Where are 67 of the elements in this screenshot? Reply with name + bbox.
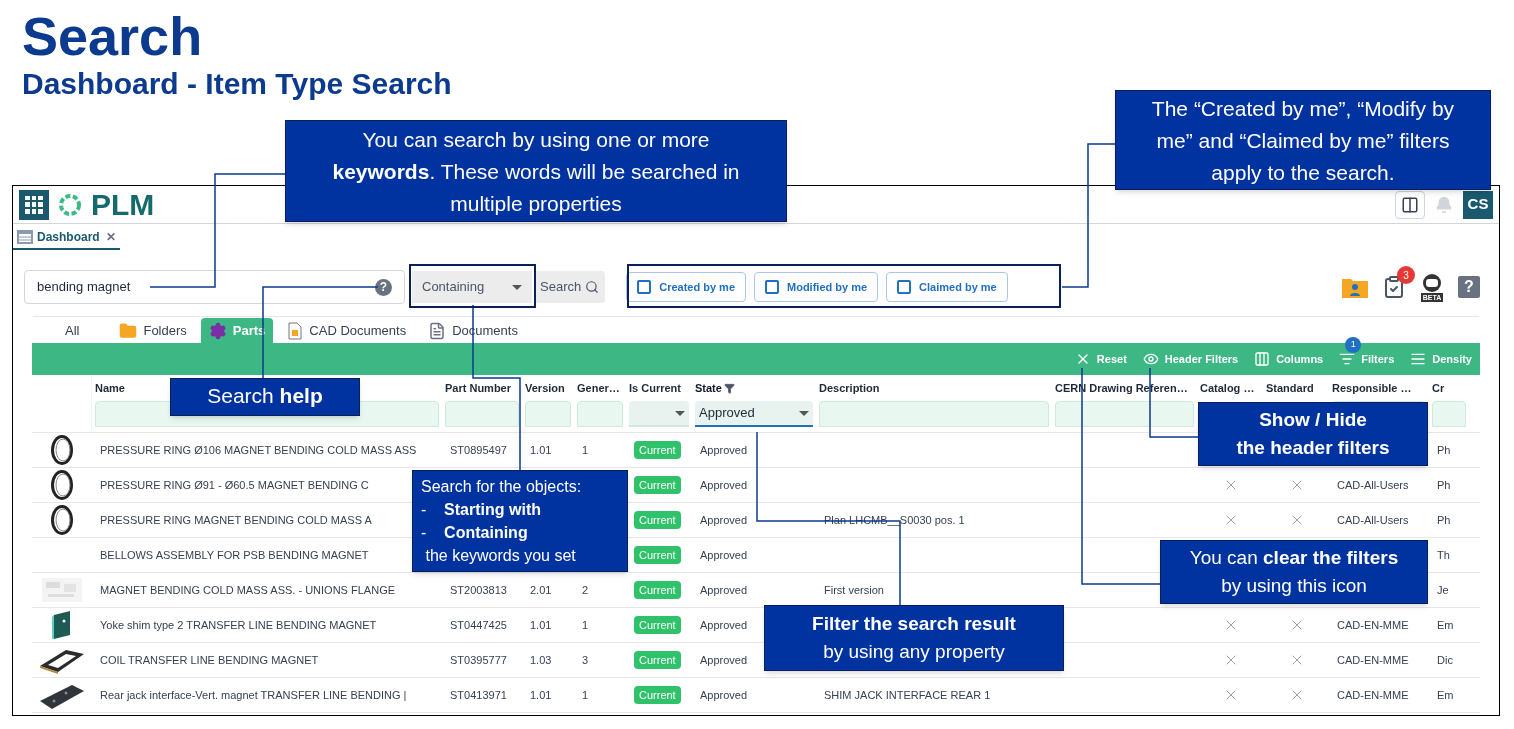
table-cell-text: First version [824,582,884,598]
table-cell-text: Approved [700,652,748,668]
table-cell-text: 1.01 [530,687,552,703]
status-badge: Current [634,650,681,670]
slide-subtitle: Dashboard - Item Type Search [22,66,453,102]
table-cell-text: 1 [582,617,589,633]
callout-tooltip: Search help [170,378,360,416]
table-cell-text: ST0895497 [450,442,507,458]
table-cell-text: 1.01 [530,617,552,633]
table-cell-text: COIL TRANSFER LINE BENDING MAGNET [100,652,319,668]
slide-title: Search [22,6,204,66]
callout-tooltip: Search for the objects: - Starting with - Containing the keywords you set [412,470,628,572]
table-cell-text: 1.01 [530,442,552,458]
status-badge: Current [634,615,681,635]
table-cell-text: CAD-All-Users [1337,477,1409,493]
table-cell-text: ST0395777 [450,652,507,668]
table-cell-text: 2.01 [530,582,552,598]
table-cell-text: Je [1437,582,1449,598]
table-cell-text: BELLOWS ASSEMBLY FOR PSB BENDING MAGNET [100,547,369,563]
table-cell-text: ST0413971 [450,687,507,703]
table-cell-text: Em [1437,687,1454,703]
table-cell-text: 1 [582,442,589,458]
table-cell-text: Approved [700,512,748,528]
callout-tooltip: You can search by using one or more keywords. These words will be searched in multiple properties [285,120,787,222]
table-cell-text: Dic [1437,652,1453,668]
table-cell-text: Em [1437,617,1454,633]
notification-badge: 3 [1397,266,1415,284]
table-cell-text: Approved [700,617,748,633]
callout-tooltip: You can clear the filters by using this icon [1160,540,1428,604]
table-cell-text: CAD-All-Users [1337,512,1409,528]
count-badge: 1 [1345,336,1362,353]
table-cell-text: Th [1437,547,1450,563]
table-cell-text: Ph [1437,442,1451,458]
table-cell-text: SHIM JACK INTERFACE REAR 1 [824,687,991,703]
table-cell-text: Approved [700,477,748,493]
table-cell-text: Yoke shim type 2 TRANSFER LINE BENDING MAGNET [100,617,377,633]
status-badge: Current [634,545,681,565]
status-badge: Current [634,580,681,600]
table-cell-text: Approved [700,582,748,598]
table-cell-text: ST0447425 [450,617,507,633]
status-badge: Current [634,685,681,705]
callout-tooltip: Show / Hide the header filters [1198,402,1428,466]
table-cell-text: 1 [582,687,589,703]
table-cell-text: Approved [700,547,748,563]
table-cell-text: 1.03 [530,652,552,668]
tab-label: Dashboard [37,229,100,246]
table-cell-text: Approved [700,442,748,458]
table-cell-text: CAD-EN-MME [1337,652,1409,668]
table-cell-text: Approved [700,687,748,703]
table-cell-text: PRESSURE RING Ø106 MAGNET BENDING COLD MASS ASS [100,442,417,458]
table-cell-text: PRESSURE RING Ø91 - Ø60.5 MAGNET BENDING C [100,477,369,493]
table-cell-text: ST2003813 [450,582,507,598]
callout-tooltip: The “Created by me”, “Modify by me” and “Claimed by me” filters apply to the search. [1115,90,1491,190]
table-cell-text: MAGNET BENDING COLD MASS ASS. - UNIONS FLANGE [100,582,396,598]
table-cell-text: Rear jack interface-Vert. magnet TRANSFER LINE BENDING | [100,687,407,703]
table-cell-text: Ph [1437,477,1451,493]
table-cell-text: 2 [582,582,589,598]
table-cell-text: CAD-EN-MME [1337,617,1409,633]
table-cell-text: PRESSURE RING MAGNET BENDING COLD MASS A [100,512,372,528]
table-cell-text: CAD-EN-MME [1337,687,1409,703]
table-cell-text: Ph [1437,512,1451,528]
table-cell-text: 3 [582,652,589,668]
status-badge: Current [634,475,681,495]
app-logo: PLM [91,189,155,220]
status-badge: Current [634,510,681,530]
status-badge: Current [634,440,681,460]
callout-tooltip: Filter the search result by using any property [764,605,1064,671]
